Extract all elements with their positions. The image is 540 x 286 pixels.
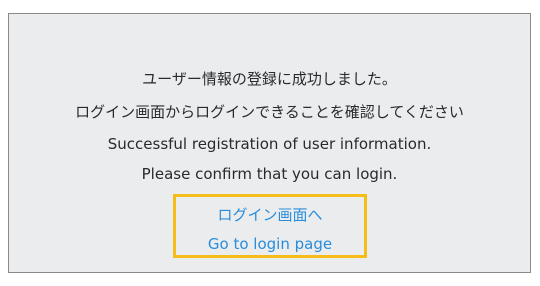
success-message-jp: ユーザー情報の登録に成功しました。 <box>142 70 397 88</box>
go-to-login-link-en[interactable]: Go to login page <box>176 234 364 254</box>
confirm-login-message-jp: ログイン画面からログインできることを確認してください <box>75 103 464 121</box>
go-to-login-link-jp[interactable]: ログイン画面へ <box>176 205 364 225</box>
confirm-login-message-en: Please confirm that you can login. <box>141 165 398 183</box>
go-to-login-link[interactable]: ログイン画面へ Go to login page <box>173 194 367 258</box>
registration-success-panel: ユーザー情報の登録に成功しました。 ログイン画面からログインできることを確認して… <box>8 13 531 273</box>
success-message-en: Successful registration of user informat… <box>107 135 432 153</box>
